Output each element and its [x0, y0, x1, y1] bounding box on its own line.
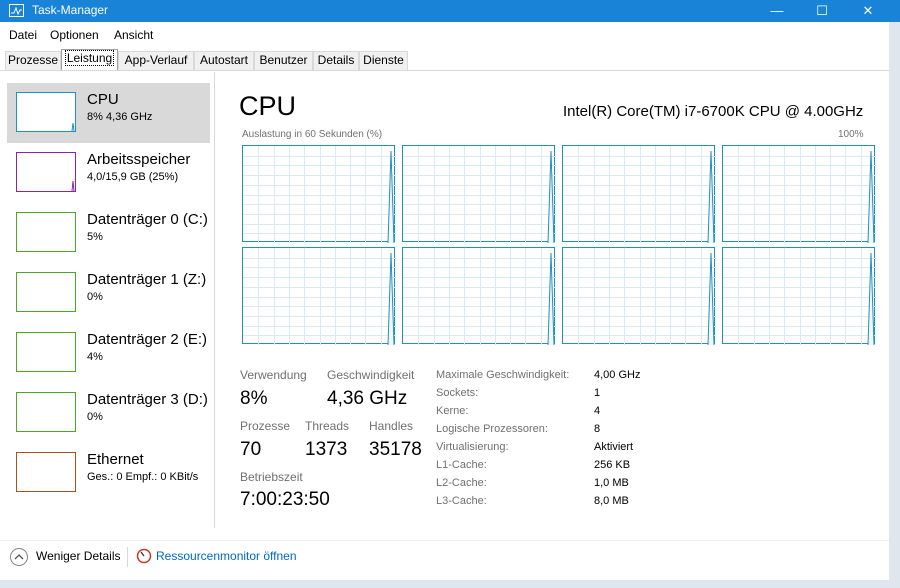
disk-2-thumbnail	[16, 332, 76, 372]
detail-value: 256 KB	[594, 459, 631, 471]
detail-label: L3-Cache:	[436, 495, 487, 507]
threads-value: 1373	[305, 439, 348, 460]
maximize-button[interactable]: ☐	[799, 0, 845, 22]
tab-details[interactable]: Details	[313, 51, 359, 70]
resource-item-ethernet[interactable]: Ethernet Ges.: 0 Empf.: 0 KBit/s	[7, 443, 210, 503]
detail-label: Sockets:	[436, 387, 479, 399]
graph-caption: Auslastung in 60 Sekunden (%)	[242, 129, 383, 140]
tab-app-history[interactable]: App-Verlauf	[118, 51, 194, 70]
processes-value: 70	[240, 439, 262, 460]
memory-thumbnail	[16, 152, 76, 192]
detail-value: 1,0 MB	[594, 477, 629, 489]
detail-label: Logische Prozessoren:	[436, 423, 548, 435]
resource-item-disk-1[interactable]: Datenträger 1 (Z:) 0%	[7, 263, 210, 323]
resource-monitor-icon[interactable]	[136, 548, 152, 564]
usage-value: 8%	[240, 388, 268, 409]
chevron-up-icon[interactable]	[10, 548, 28, 566]
resource-item-disk-3[interactable]: Datenträger 3 (D:) 0%	[7, 383, 210, 443]
resource-item-cpu[interactable]: CPU 8% 4,36 GHz	[7, 83, 210, 143]
cpu-core-graph	[562, 145, 716, 243]
cpu-core-graph	[402, 247, 556, 345]
cpu-core-graph	[722, 247, 876, 345]
tab-startup[interactable]: Autostart	[194, 51, 254, 70]
cpu-model-name: Intel(R) Core(TM) i7-6700K CPU @ 4.00GHz	[563, 103, 864, 120]
handles-value: 35178	[369, 439, 422, 460]
detail-label: L1-Cache:	[436, 459, 487, 471]
detail-label: Kerne:	[436, 405, 469, 417]
threads-label: Threads	[305, 419, 350, 433]
speed-label: Geschwindigkeit	[327, 368, 415, 382]
page-title: CPU	[239, 91, 297, 121]
detail-value: 4	[594, 405, 601, 417]
resource-item-memory[interactable]: Arbeitsspeicher 4,0/15,9 GB (25%)	[7, 143, 210, 203]
uptime-label: Betriebszeit	[240, 470, 303, 484]
window-title: Task-Manager	[32, 3, 109, 17]
usage-label: Verwendung	[240, 368, 307, 382]
uptime-value: 7:00:23:50	[240, 489, 330, 510]
handles-label: Handles	[369, 419, 414, 433]
cpu-core-graph	[402, 145, 556, 243]
desktop-strip	[0, 580, 900, 588]
detail-label: Maximale Geschwindigkeit:	[436, 369, 570, 381]
detail-value: 8,0 MB	[594, 495, 629, 507]
detail-value: Aktiviert	[594, 441, 634, 453]
cpu-core-graph	[722, 145, 876, 243]
minimize-button[interactable]: —	[754, 0, 800, 22]
window-edge	[889, 22, 900, 588]
detail-value: 4,00 GHz	[594, 369, 641, 381]
tab-bar: Prozesse Leistung App-Verlauf Autostart …	[0, 49, 900, 71]
detail-label: Virtualisierung:	[436, 441, 509, 453]
ethernet-thumbnail	[16, 452, 76, 492]
processes-label: Prozesse	[240, 419, 291, 433]
graph-max-label: 100%	[838, 129, 864, 140]
title-bar: Task-Manager — ☐ ✕	[0, 0, 900, 22]
fewer-details-button[interactable]: Weniger Details	[36, 549, 120, 563]
footer-divider	[127, 547, 128, 567]
detail-label: L2-Cache:	[436, 477, 487, 489]
cpu-core-graph	[562, 247, 716, 345]
cpu-thumbnail	[16, 92, 76, 132]
detail-value: 1	[594, 387, 601, 399]
cpu-core-graph	[242, 145, 396, 243]
cpu-core-graph	[242, 247, 396, 345]
task-manager-icon	[9, 4, 24, 17]
resource-item-disk-0[interactable]: Datenträger 0 (C:) 5%	[7, 203, 210, 263]
disk-1-thumbnail	[16, 272, 76, 312]
cpu-core-graphs	[242, 145, 876, 345]
menu-options[interactable]: Optionen	[50, 28, 99, 42]
menu-bar: Datei Optionen Ansicht	[0, 24, 900, 46]
disk-0-thumbnail	[16, 212, 76, 252]
resource-list: CPU 8% 4,36 GHz Arbeitsspeicher 4,0/15,9…	[0, 72, 215, 528]
resource-item-disk-2[interactable]: Datenträger 2 (E:) 4%	[7, 323, 210, 383]
tab-users[interactable]: Benutzer	[254, 51, 313, 70]
detail-value: 8	[594, 423, 601, 435]
tab-processes[interactable]: Prozesse	[5, 51, 61, 70]
tab-performance[interactable]: Leistung	[61, 49, 118, 70]
menu-file[interactable]: Datei	[9, 28, 37, 42]
resource-monitor-link[interactable]: Ressourcenmonitor öffnen	[156, 549, 297, 563]
tab-services[interactable]: Dienste	[359, 51, 408, 70]
footer: Weniger Details Ressourcenmonitor öffnen	[0, 540, 900, 570]
speed-value: 4,36 GHz	[327, 388, 408, 409]
close-button[interactable]: ✕	[845, 0, 891, 22]
menu-view[interactable]: Ansicht	[114, 28, 153, 42]
disk-3-thumbnail	[16, 392, 76, 432]
